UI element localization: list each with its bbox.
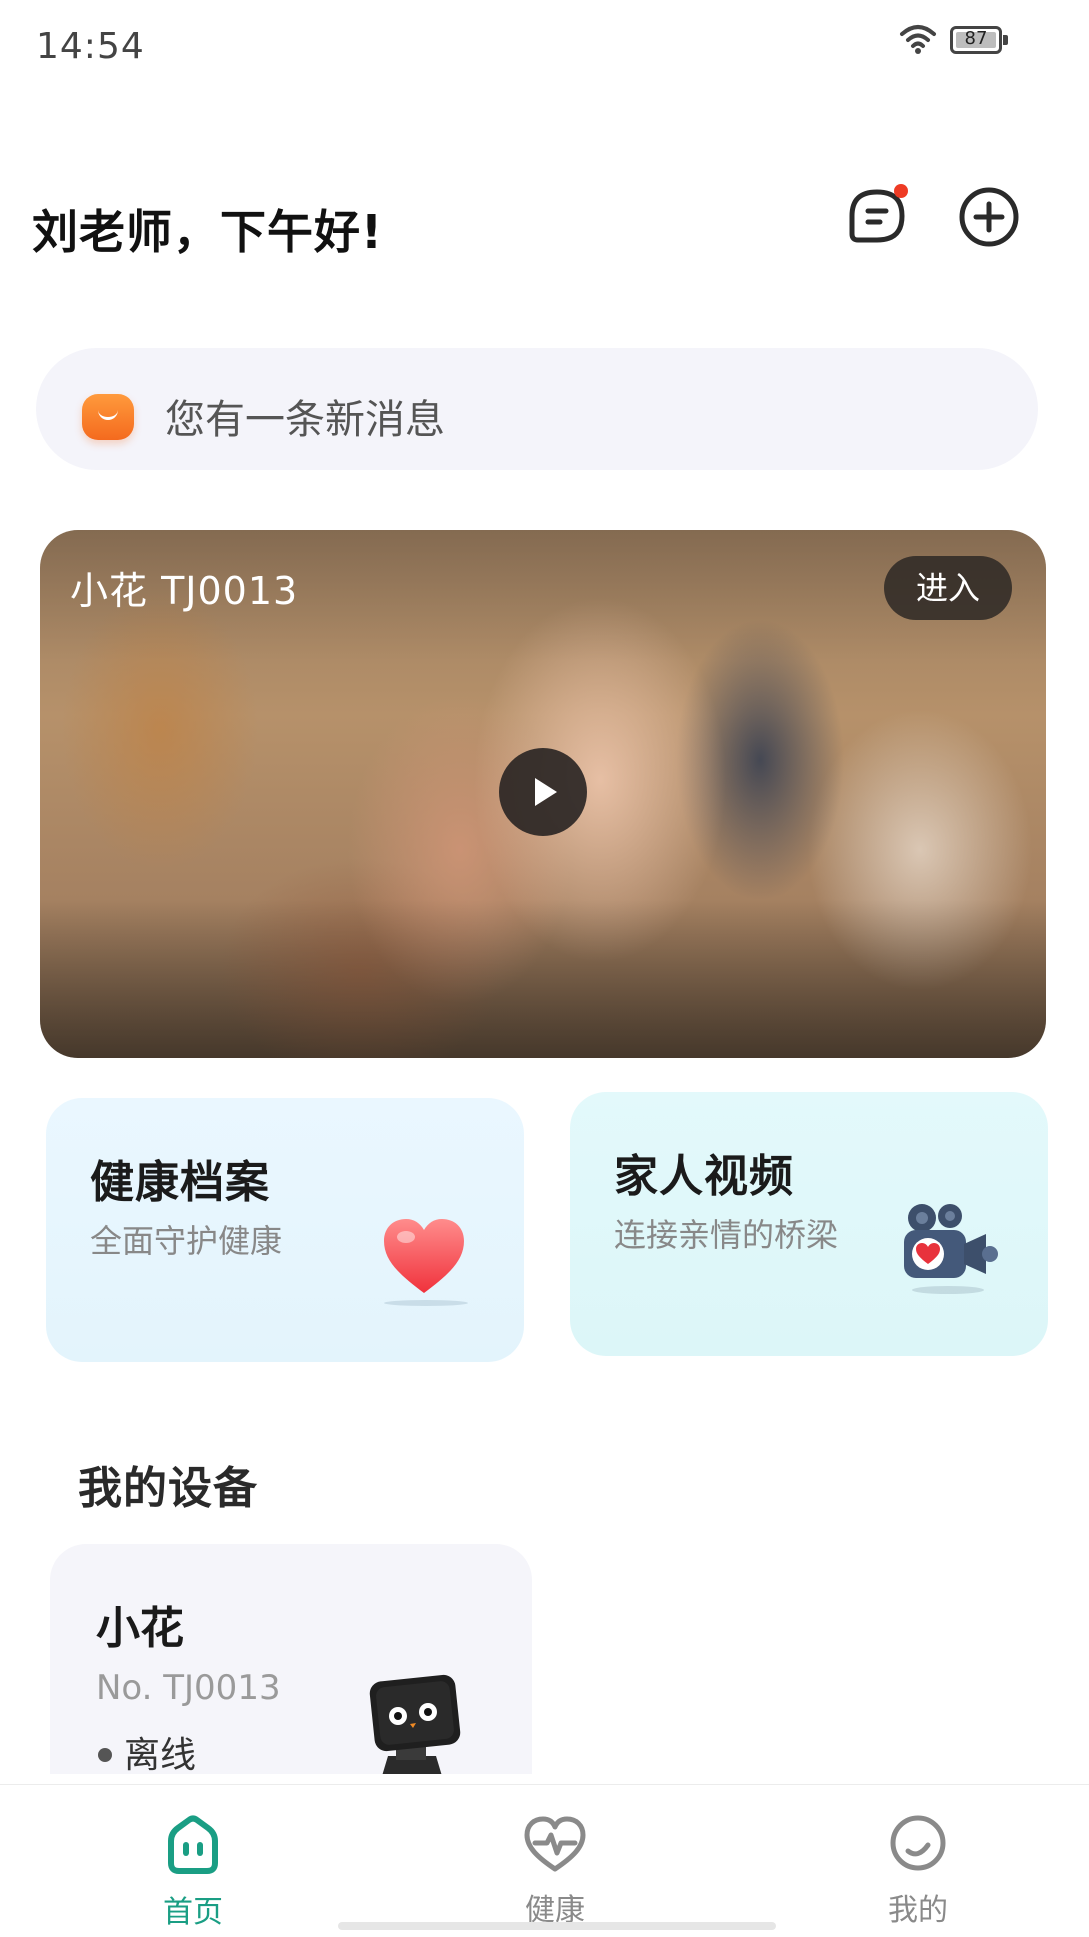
device-number: No. TJ0013 xyxy=(96,1668,281,1708)
status-dot-icon xyxy=(98,1748,112,1762)
enter-button[interactable]: 进入 xyxy=(884,556,1012,620)
greeting-title: 刘老师，下午好! xyxy=(32,205,383,259)
profile-icon xyxy=(890,1815,946,1871)
battery-icon: 87 xyxy=(950,26,1008,54)
health-records-subtitle: 全面守护健康 xyxy=(90,1222,283,1260)
home-icon xyxy=(168,1815,218,1874)
new-message-text: 您有一条新消息 xyxy=(165,397,445,443)
health-records-title: 健康档案 xyxy=(90,1157,270,1208)
device-name: 小花 xyxy=(96,1603,184,1654)
status-time: 14:54 xyxy=(36,26,145,67)
tab-me-label: 我的 xyxy=(888,1893,948,1928)
family-video-title: 家人视频 xyxy=(614,1151,794,1202)
bottom-tab-bar: 首页 健康 我的 xyxy=(0,1784,1089,1937)
status-bar: 14:54 87 xyxy=(0,0,1089,90)
play-icon[interactable] xyxy=(499,748,587,836)
heart-pulse-icon xyxy=(524,1816,586,1872)
battery-level: 87 xyxy=(964,28,988,49)
tab-home[interactable]: 首页 xyxy=(93,1785,293,1937)
family-video-subtitle: 连接亲情的桥梁 xyxy=(614,1216,839,1254)
tab-health[interactable]: 健康 xyxy=(455,1785,655,1937)
add-circle-icon[interactable] xyxy=(958,186,1020,248)
tab-home-label: 首页 xyxy=(163,1895,223,1930)
video-camera-icon xyxy=(904,1204,998,1294)
video-device-title: 小花 TJ0013 xyxy=(70,569,299,613)
heart-icon xyxy=(384,1219,464,1293)
robot-device-icon xyxy=(369,1674,461,1774)
home-indicator xyxy=(338,1922,776,1930)
unread-badge xyxy=(894,184,908,198)
smile-icon xyxy=(82,394,134,440)
device-card[interactable]: 小花 No. TJ0013 离线 xyxy=(50,1544,532,1774)
wifi-icon xyxy=(900,25,936,54)
tab-me[interactable]: 我的 xyxy=(818,1785,1018,1937)
heart-shadow xyxy=(384,1300,468,1306)
my-devices-title: 我的设备 xyxy=(78,1463,258,1514)
device-status: 离线 xyxy=(124,1735,197,1774)
video-preview-card[interactable]: 小花 TJ0013 进入 xyxy=(40,530,1046,1058)
